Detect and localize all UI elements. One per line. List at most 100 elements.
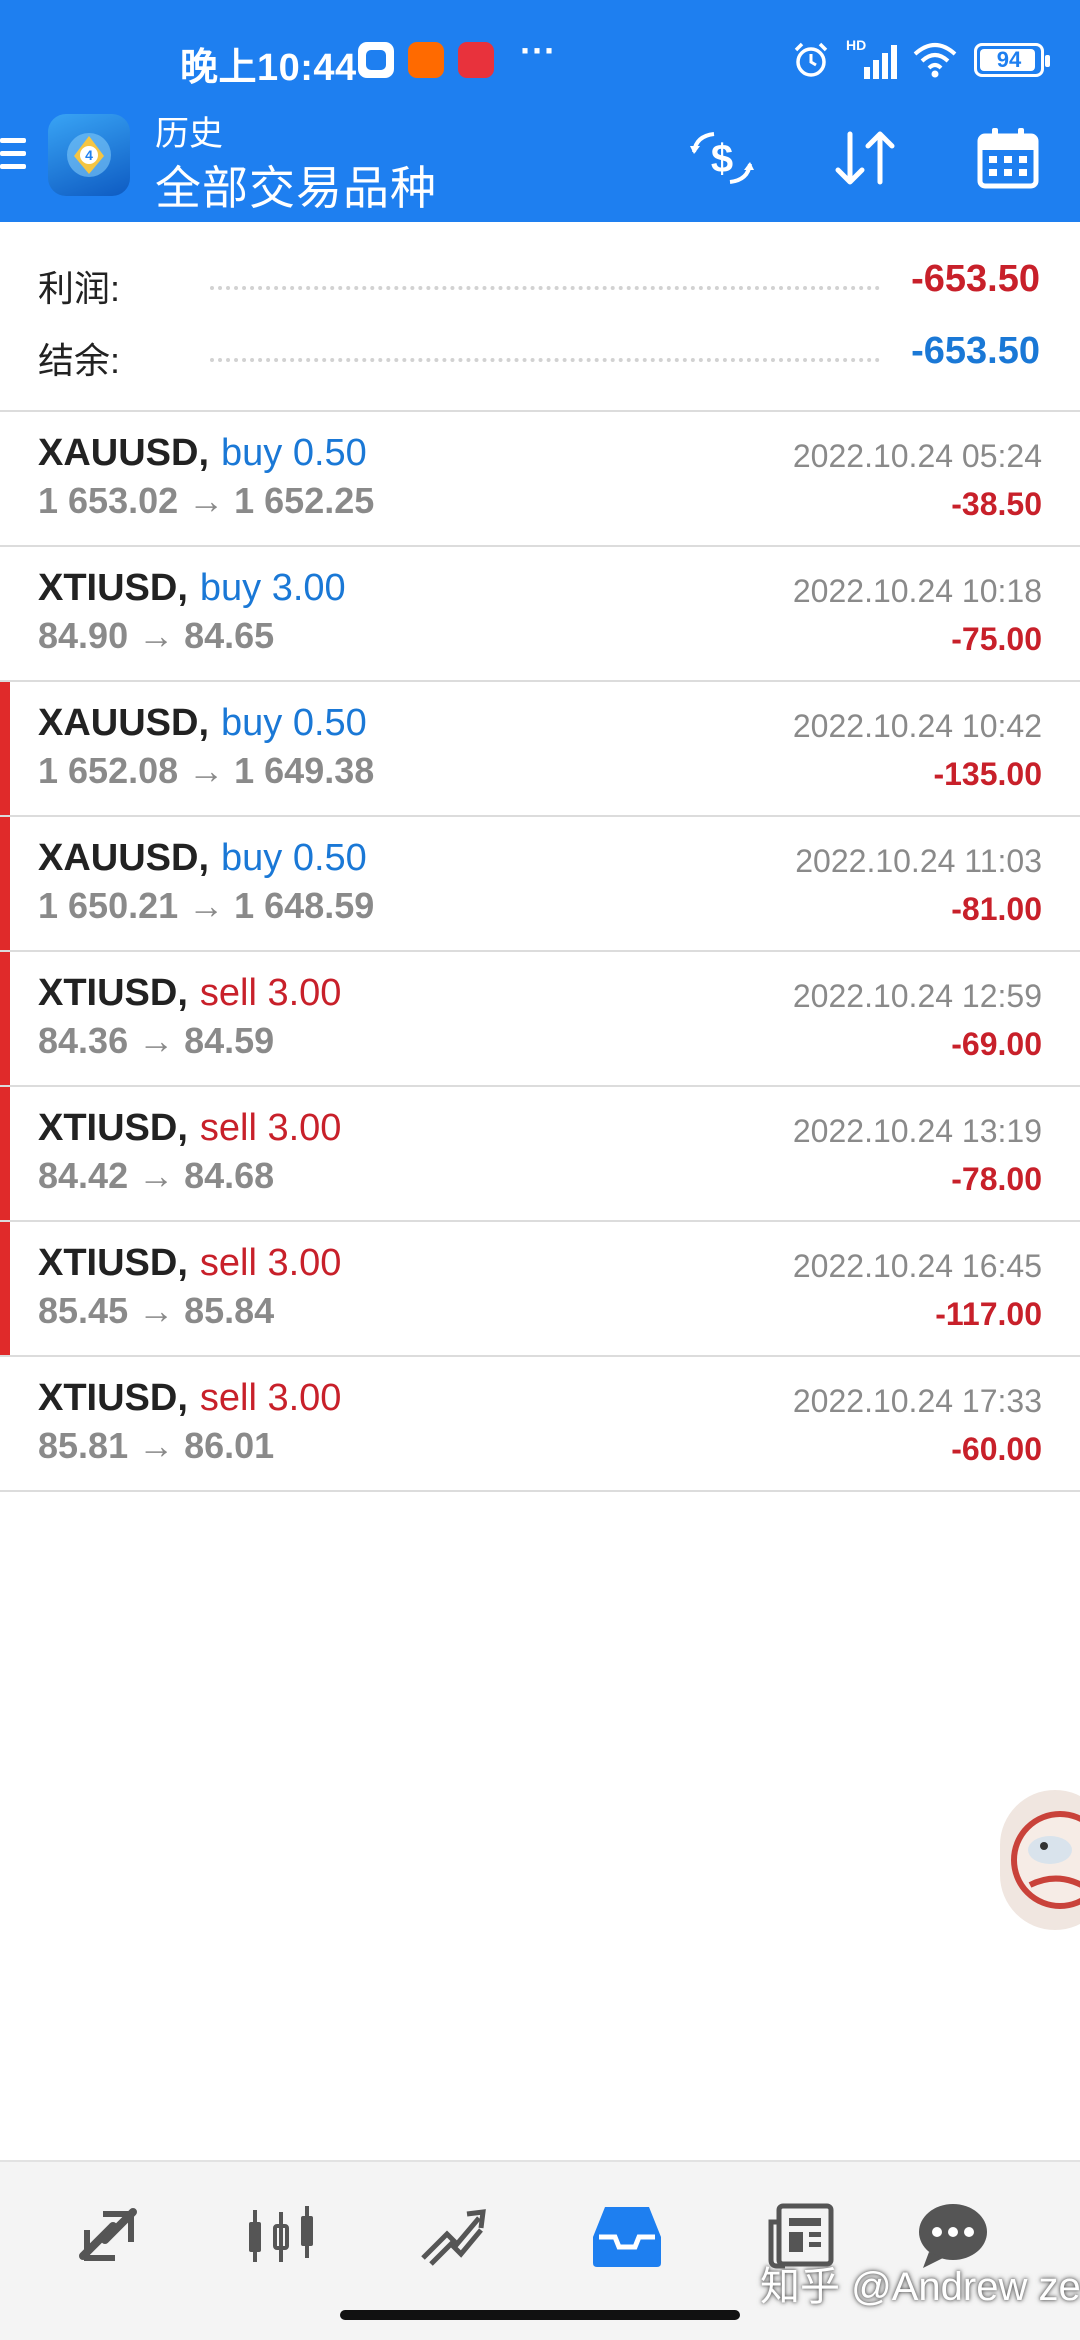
loss-marker	[0, 1087, 10, 1220]
trade-symbol: XAUUSD,	[38, 432, 210, 474]
trade-profit: -135.00	[933, 756, 1042, 792]
trade-direction: sell 3.00	[199, 1377, 342, 1419]
trade-row[interactable]: XTIUSD, sell 3.00 84.42 → 84.68 2022.10.2…	[0, 1087, 1080, 1222]
history-icon	[593, 2207, 661, 2267]
trade-profit: -75.00	[951, 621, 1042, 657]
wifi-icon	[913, 43, 957, 78]
app-header: 晚上10:44 ··· HD 94 4 历史 全部交易品种 $	[0, 0, 1080, 222]
trade-row[interactable]: XAUUSD, buy 0.50 1 653.02 → 1 652.25 2022…	[0, 412, 1080, 547]
trade-price: 85.45 → 85.84	[38, 1290, 275, 1331]
trade-direction: sell 3.00	[199, 1242, 342, 1284]
status-bar: 晚上10:44 ··· HD 94	[0, 0, 1080, 112]
alarm-icon	[794, 42, 828, 77]
header-title[interactable]: 全部交易品种	[155, 152, 437, 218]
trade-symbol-line: XTIUSD, sell 3.00	[38, 1107, 341, 1150]
trade-symbol-line: XTIUSD, buy 3.00	[38, 567, 346, 610]
trade-symbol: XTIUSD,	[38, 972, 188, 1014]
trade-price: 84.90 → 84.65	[38, 615, 275, 656]
svg-text:4: 4	[85, 147, 93, 163]
trade-price: 84.42 → 84.68	[38, 1155, 275, 1196]
trade-price: 84.36 → 84.59	[38, 1020, 275, 1061]
battery-level: 94	[996, 47, 1022, 72]
profit-label: 利润:	[38, 268, 121, 309]
trade-symbol-line: XTIUSD, sell 3.00	[38, 1242, 341, 1285]
trade-symbol: XTIUSD,	[38, 1107, 188, 1149]
more-notifications-icon: ···	[520, 30, 556, 71]
calendar-icon	[977, 128, 1039, 189]
trade-row[interactable]: XTIUSD, sell 3.00 84.36 → 84.59 2022.10.2…	[0, 952, 1080, 1087]
trade-symbol: XAUUSD,	[38, 837, 210, 879]
loss-marker	[0, 1222, 10, 1355]
balance-row: 结余: -653.50	[0, 318, 1080, 388]
profit-value: -653.50	[911, 258, 1040, 300]
svg-text:$: $	[711, 137, 733, 181]
nav-quotes[interactable]	[64, 2196, 154, 2276]
trade-time: 2022.10.24 16:45	[792, 1248, 1042, 1284]
trade-row[interactable]: XTIUSD, buy 3.00 84.90 → 84.65 2022.10.24…	[0, 547, 1080, 682]
trade-direction: buy 0.50	[221, 432, 367, 474]
header-subtitle: 历史	[155, 115, 223, 153]
nav-trade[interactable]	[408, 2196, 498, 2276]
status-right: HD 94	[792, 37, 1050, 82]
loss-marker	[0, 817, 10, 950]
trade-direction: buy 3.00	[199, 567, 346, 609]
trade-price: 85.81 → 86.01	[38, 1425, 275, 1466]
notification-icon	[358, 42, 394, 78]
trade-symbol-line: XTIUSD, sell 3.00	[38, 1377, 341, 1420]
currency-exchange-icon: $	[690, 132, 754, 184]
taobao-icon	[408, 42, 444, 78]
trade-price: 1 650.21 → 1 648.59	[38, 885, 375, 926]
trade-row[interactable]: XTIUSD, sell 3.00 85.45 → 85.84 2022.10.2…	[0, 1222, 1080, 1357]
trade-time: 2022.10.24 17:33	[792, 1383, 1042, 1419]
trade-direction: sell 3.00	[199, 972, 342, 1014]
trade-time: 2022.10.24 13:19	[792, 1113, 1042, 1149]
watermark: 知乎 @Andrew zeng	[760, 2265, 1080, 2309]
trade-symbol: XTIUSD,	[38, 567, 188, 609]
trade-symbol-line: XAUUSD, buy 0.50	[38, 837, 367, 880]
trade-direction: sell 3.00	[199, 1107, 342, 1149]
news-app-icon	[458, 42, 494, 78]
balance-value: -653.50	[911, 330, 1040, 372]
trade-symbol-line: XAUUSD, buy 0.50	[38, 702, 367, 745]
calendar-button[interactable]	[968, 118, 1048, 198]
trade-direction: buy 0.50	[221, 702, 367, 744]
balance-label: 结余:	[38, 340, 121, 381]
trade-time: 2022.10.24 11:03	[795, 843, 1042, 879]
trade-profit: -117.00	[935, 1296, 1042, 1332]
trade-symbol: XTIUSD,	[38, 1242, 188, 1284]
app-logo: 4	[48, 114, 130, 196]
battery-icon: 94	[974, 43, 1050, 77]
trade-price: 1 652.08 → 1 649.38	[38, 750, 375, 791]
menu-icon[interactable]	[0, 138, 30, 176]
summary-panel: 利润: -653.50 结余: -653.50	[0, 222, 1080, 412]
trade-row[interactable]: XAUUSD, buy 0.50 1 650.21 → 1 648.59 2022…	[0, 817, 1080, 952]
dotted-leader	[210, 358, 880, 362]
trade-history-list: XAUUSD, buy 0.50 1 653.02 → 1 652.25 2022…	[0, 412, 1080, 1492]
trade-profit: -81.00	[951, 891, 1042, 927]
trade-direction: buy 0.50	[221, 837, 367, 879]
sort-icon	[835, 131, 895, 185]
sort-button[interactable]	[825, 118, 905, 198]
trade-time: 2022.10.24 12:59	[792, 978, 1042, 1014]
signal-icon: HD	[846, 37, 897, 79]
profit-row: 利润: -653.50	[0, 246, 1080, 316]
trade-row[interactable]: XAUUSD, buy 0.50 1 652.08 → 1 649.38 2022…	[0, 682, 1080, 817]
network-type: HD	[846, 37, 867, 53]
floating-assistant-icon[interactable]	[1000, 1790, 1080, 1930]
trade-symbol: XTIUSD,	[38, 1377, 188, 1419]
quotes-icon	[79, 2208, 137, 2261]
trade-profit: -38.50	[951, 486, 1042, 522]
trade-profit: -60.00	[951, 1431, 1042, 1467]
loss-marker	[0, 682, 10, 815]
nav-chart[interactable]	[236, 2196, 326, 2276]
loss-marker	[0, 952, 10, 1085]
currency-exchange-button[interactable]: $	[682, 118, 762, 198]
nav-history[interactable]	[582, 2196, 672, 2276]
trade-symbol-line: XTIUSD, sell 3.00	[38, 972, 341, 1015]
chart-icon	[249, 2206, 313, 2262]
status-time: 晚上10:44	[180, 47, 357, 89]
trade-row[interactable]: XTIUSD, sell 3.00 85.81 → 86.01 2022.10.2…	[0, 1357, 1080, 1492]
trade-symbol-line: XAUUSD, buy 0.50	[38, 432, 367, 475]
trade-symbol: XAUUSD,	[38, 702, 210, 744]
home-indicator[interactable]	[340, 2310, 740, 2320]
